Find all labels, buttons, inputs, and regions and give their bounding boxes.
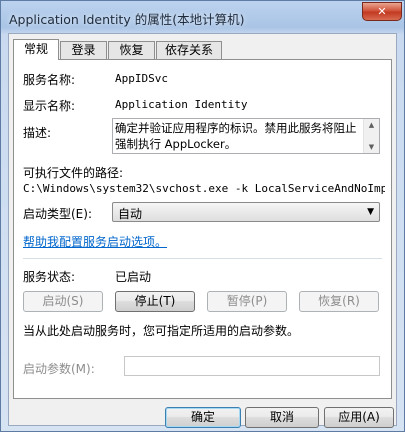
- pause-service-button[interactable]: 暂停(P): [207, 291, 287, 312]
- chevron-down-icon: ▼: [367, 207, 374, 217]
- close-icon: ✕: [377, 5, 387, 18]
- title-bar[interactable]: Application Identity 的属性(本地计算机) ✕: [1, 1, 404, 33]
- start-params-input[interactable]: [124, 356, 380, 376]
- startup-type-label: 启动类型(E):: [23, 207, 92, 221]
- tab-logon[interactable]: 登录: [60, 41, 107, 59]
- startup-type-value: 自动: [118, 207, 143, 221]
- general-tab-panel: 服务名称: AppIDSvc 显示名称: Application Identit…: [13, 59, 392, 399]
- service-status-label: 服务状态:: [23, 270, 76, 284]
- close-button[interactable]: ✕: [362, 2, 402, 21]
- service-name-value: AppIDSvc: [115, 72, 168, 85]
- cancel-button[interactable]: 取消: [245, 407, 319, 428]
- start-params-hint: 当从此处启动服务时，您可指定所适用的启动参数。: [23, 324, 300, 338]
- scroll-down-icon[interactable]: ▼: [364, 141, 379, 153]
- description-label: 描述:: [23, 126, 52, 140]
- stop-service-button[interactable]: 停止(T): [115, 291, 195, 312]
- properties-window: Application Identity 的属性(本地计算机) ✕ 常规 登录 …: [0, 0, 405, 432]
- startup-type-select[interactable]: 自动 ▼: [112, 202, 380, 222]
- apply-button[interactable]: 应用(A): [324, 407, 394, 428]
- dialog-client-area: 常规 登录 恢复 依存关系 服务名称: AppIDSvc 显示名称: Appli…: [8, 33, 397, 428]
- tab-recovery[interactable]: 恢复: [108, 41, 155, 59]
- display-name-value: Application Identity: [115, 98, 248, 111]
- exe-path-label: 可执行文件的路径:: [23, 166, 124, 180]
- start-service-button[interactable]: 启动(S): [23, 291, 103, 312]
- window-title: Application Identity 的属性(本地计算机): [9, 12, 245, 27]
- ok-button[interactable]: 确定: [165, 407, 241, 428]
- description-text: 确定并验证应用程序的标识。禁用此服务将阻止强制执行 AppLocker。: [115, 121, 357, 151]
- description-scrollbar[interactable]: ▲ ▼: [363, 119, 379, 153]
- start-params-label: 启动参数(M):: [23, 362, 95, 376]
- divider: [23, 258, 382, 259]
- help-configure-link[interactable]: 帮助我配置服务启动选项。: [23, 233, 167, 250]
- service-status-value: 已启动: [115, 270, 152, 284]
- scroll-up-icon[interactable]: ▲: [364, 119, 379, 131]
- resume-service-button[interactable]: 恢复(R): [299, 291, 379, 312]
- service-name-label: 服务名称:: [23, 73, 76, 87]
- tab-dependencies[interactable]: 依存关系: [156, 41, 222, 59]
- tab-general[interactable]: 常规: [13, 39, 59, 60]
- description-textbox[interactable]: 确定并验证应用程序的标识。禁用此服务将阻止强制执行 AppLocker。 ▲ ▼: [112, 118, 380, 154]
- display-name-label: 显示名称:: [23, 99, 76, 113]
- exe-path-value[interactable]: C:\Windows\system32\svchost.exe -k Local…: [23, 182, 385, 195]
